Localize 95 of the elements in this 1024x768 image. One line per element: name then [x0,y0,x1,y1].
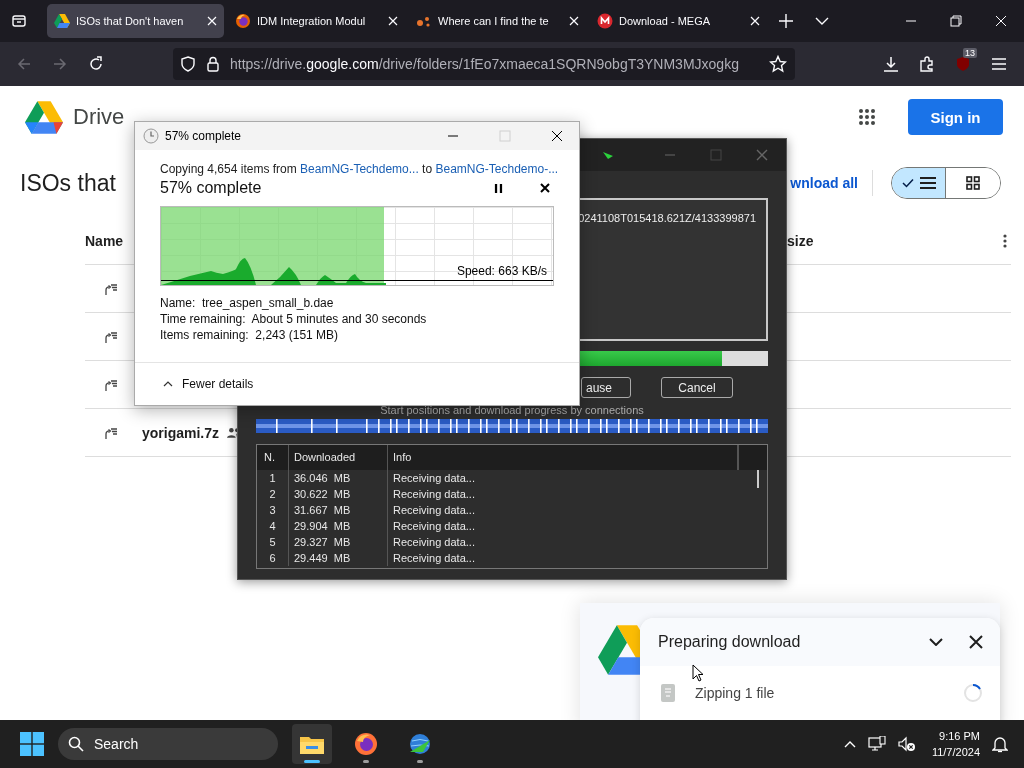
file-name[interactable]: yorigami.7z [142,424,220,441]
firefox-icon [354,732,378,756]
apps-grid-icon[interactable] [858,108,876,126]
detail-text: Name: tree_aspen_small_b.dae [160,295,335,311]
tab-list-icon[interactable] [11,13,27,29]
menu-icon[interactable] [991,57,1007,71]
file-icon [661,684,675,702]
restore-icon[interactable] [950,15,962,27]
table-cell-text: Receiving data... [392,536,476,548]
arrow-icon [602,150,614,160]
table-cell: 36.046 MB [289,470,388,486]
destination-link[interactable]: BeamNG-Techdemo-... [435,162,559,176]
speed-text: Speed: 663 KB/s [456,264,547,278]
browser-tab[interactable]: Where can I find the te [409,4,586,38]
detail-text: Time remaining: About 5 minutes and 30 seconds [160,311,428,327]
folder-title: ISOs that [20,169,116,197]
status-text: Zipping 1 file [695,685,775,701]
fewer-details-button[interactable]: Fewer details [163,377,254,391]
download-icon[interactable] [883,56,899,72]
grid-icon [966,176,980,190]
new-tab-icon[interactable] [779,14,793,28]
close-icon[interactable] [551,130,563,142]
source-link[interactable]: BeamNG-Techdemo... [300,162,419,176]
app-name: Drive [73,104,125,130]
table-cell: 29.904 MB [289,518,388,534]
drive-icon [54,14,70,28]
reload-icon[interactable] [88,56,104,72]
shortcut-icon [104,425,120,440]
list-icon [919,177,936,189]
shortcut-icon [104,377,120,392]
speaker-muted-icon[interactable] [897,736,916,752]
more-icon[interactable] [1003,234,1007,248]
table-cell-text: Receiving data... [392,504,476,516]
firefox-icon [235,13,251,29]
shortcut-icon [104,329,120,344]
browser-tab[interactable]: ISOs that Don't haven [47,4,224,38]
folder-icon [300,734,324,754]
close-icon[interactable] [540,183,550,193]
table-cell: 5 [257,534,289,550]
puzzle-icon[interactable] [919,56,935,72]
chevron-up-icon [163,381,173,387]
table-cell: 1 [257,470,289,486]
cancel-button[interactable]: Cancel [661,377,733,398]
card-title: Preparing download [658,633,801,651]
table-cell: 2 [257,486,289,502]
network-icon[interactable] [867,736,886,752]
search-icon [68,736,84,752]
clock-icon [143,128,159,144]
shield-icon[interactable] [180,56,196,72]
count-badge: 13 [963,48,977,58]
browser-tab[interactable]: Download - MEGA [590,4,767,38]
column-header[interactable]: size [787,233,1003,249]
table-cell: 31.667 MB [289,502,388,518]
connections-label: Start positions and download progress by connections [379,404,645,416]
table-cell-text: Receiving data... [392,552,476,564]
spinner-icon [963,683,983,703]
window-title: 57% complete [165,129,242,143]
table-cell-text: Receiving data... [392,520,476,532]
taskbar-app[interactable] [292,724,332,764]
address-bar[interactable]: https://drive.google.com/drive/folders/1fEo7xmaeca1SQRN9obgT3YNM3MJxogkg [173,48,795,80]
check-icon [901,178,914,188]
pause-button[interactable]: ause [581,377,631,398]
table-cell: 4 [257,518,289,534]
scrollbar-thumb[interactable] [757,470,759,488]
column-header[interactable]: N. [257,445,289,470]
pause-icon[interactable] [494,182,503,194]
search-field[interactable]: Search [58,728,278,760]
star-icon[interactable] [769,55,787,73]
bell-icon[interactable] [992,735,1008,753]
table-cell: 30.622 MB [289,486,388,502]
chevron-up-icon[interactable] [843,740,856,748]
table-cell: 3 [257,502,289,518]
column-header[interactable]: Downloaded [289,445,388,470]
table-cell: 6 [257,550,289,566]
table-cell-text: Receiving data... [392,472,476,484]
lock-icon[interactable] [206,56,220,72]
progress-heading: 57% complete [160,179,262,197]
detail-text: Items remaining: 2,243 (151 MB) [160,327,340,343]
chevron-down-icon[interactable] [929,638,943,646]
m-logo-icon [597,13,613,29]
list-view-button[interactable] [892,168,946,198]
table-cell: 29.449 MB [289,550,388,566]
clock-time[interactable]: 9:16 PM [939,728,980,744]
shortcut-icon [104,281,120,296]
clock-date[interactable]: 11/7/2024 [931,744,980,760]
browser-tab[interactable]: IDM Integration Modul [228,4,405,38]
table-cell: 29.327 MB [289,534,388,550]
windows-logo-icon[interactable] [20,732,44,756]
drive-logo-icon [25,100,63,134]
download-all-link[interactable]: wnload all [790,175,858,191]
url-text: https://drive.google.com/drive/folders/1fEo7xmaeca1SQRN9obgT3YNM3MJxogkg [230,56,740,72]
sign-in-button[interactable]: Sign in [908,99,1003,135]
close-icon[interactable] [969,635,983,649]
table-cell-text: Receiving data... [392,488,476,500]
column-header[interactable]: Info [388,445,738,470]
